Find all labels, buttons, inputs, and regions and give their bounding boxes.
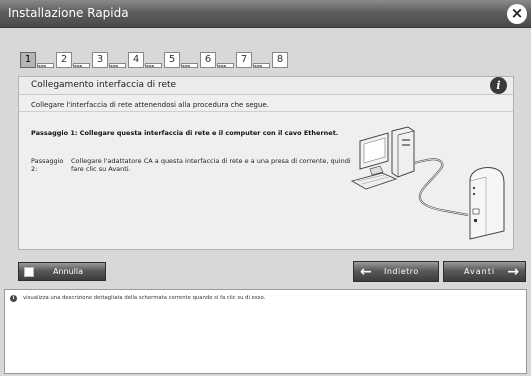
content-panel: Collegamento interfaccia di rete i Colle…: [18, 76, 514, 250]
arrow-right-icon: →: [507, 264, 519, 280]
cancel-button[interactable]: Annulla: [18, 262, 106, 281]
step-1: 1 ▪▪▪: [20, 52, 54, 68]
close-icon[interactable]: ×: [507, 4, 527, 24]
step1-instruction: Passaggio 1: Collegare questa interfacci…: [31, 129, 339, 137]
step-2: 2 ▪▪▪: [56, 52, 90, 68]
step-number: 3: [92, 52, 108, 68]
cancel-label: Annulla: [53, 267, 84, 276]
help-text: visualizza una descrizione dettagliata d…: [23, 295, 266, 301]
info-icon[interactable]: i: [490, 77, 507, 94]
help-panel[interactable]: i visualizza una descrizione dettagliata…: [4, 289, 527, 374]
step-number: 6: [200, 52, 216, 68]
step-6: 6 ▪▪▪: [200, 52, 234, 68]
arrow-left-icon: ←: [360, 264, 372, 280]
step-number: 4: [128, 52, 144, 68]
step-dots: ▪▪▪: [37, 63, 54, 68]
title-bar: Installazione Rapida ×: [0, 0, 531, 28]
back-label: Indietro: [384, 267, 419, 276]
step-7: 7 ▪▪▪: [236, 52, 270, 68]
step-5: 5 ▪▪▪: [164, 52, 198, 68]
step-dots: ▪▪▪: [73, 63, 90, 68]
step-dots: ▪▪▪: [145, 63, 162, 68]
step-indicator: 1 ▪▪▪ 2 ▪▪▪ 3 ▪▪▪ 4 ▪▪▪ 5 ▪▪▪ 6 ▪▪▪ 7 ▪▪…: [20, 52, 290, 68]
step-number: 2: [56, 52, 72, 68]
step-dots: ▪▪▪: [253, 63, 270, 68]
step-dots: ▪▪▪: [217, 63, 234, 68]
step-4: 4 ▪▪▪: [128, 52, 162, 68]
step2-text: Collegare l'adattatore CA a questa inter…: [71, 157, 351, 173]
back-button[interactable]: ← Indietro: [353, 261, 439, 282]
window-title: Installazione Rapida: [8, 6, 129, 20]
network-adapter-icon: [469, 167, 505, 240]
ethernet-cable: [413, 158, 469, 216]
step-number: 8: [272, 52, 288, 68]
wizard-window: 1 ▪▪▪ 2 ▪▪▪ 3 ▪▪▪ 4 ▪▪▪ 5 ▪▪▪ 6 ▪▪▪ 7 ▪▪…: [0, 28, 531, 376]
step2-instruction: Passaggio 2: Collegare l'adattatore CA a…: [31, 157, 351, 173]
step-number: 1: [20, 52, 36, 68]
intro-text: Collegare l'interfaccia di rete attenend…: [31, 101, 269, 109]
divider: [19, 111, 513, 112]
next-button[interactable]: Avanti →: [443, 261, 526, 282]
computer-icon: [350, 126, 415, 190]
panel-header: Collegamento interfaccia di rete i: [19, 77, 513, 95]
cancel-checkbox-icon: [24, 267, 34, 277]
step-dots: ▪▪▪: [181, 63, 198, 68]
info-icon: i: [10, 295, 17, 302]
step-number: 5: [164, 52, 180, 68]
network-connection-illustration: [350, 126, 505, 240]
step-dots: ▪▪▪: [109, 63, 126, 68]
next-label: Avanti: [464, 267, 496, 276]
step-number: 7: [236, 52, 252, 68]
step-8: 8: [272, 52, 288, 68]
panel-title: Collegamento interfaccia di rete: [31, 80, 177, 90]
step-3: 3 ▪▪▪: [92, 52, 126, 68]
step2-label: Passaggio 2:: [31, 157, 64, 173]
